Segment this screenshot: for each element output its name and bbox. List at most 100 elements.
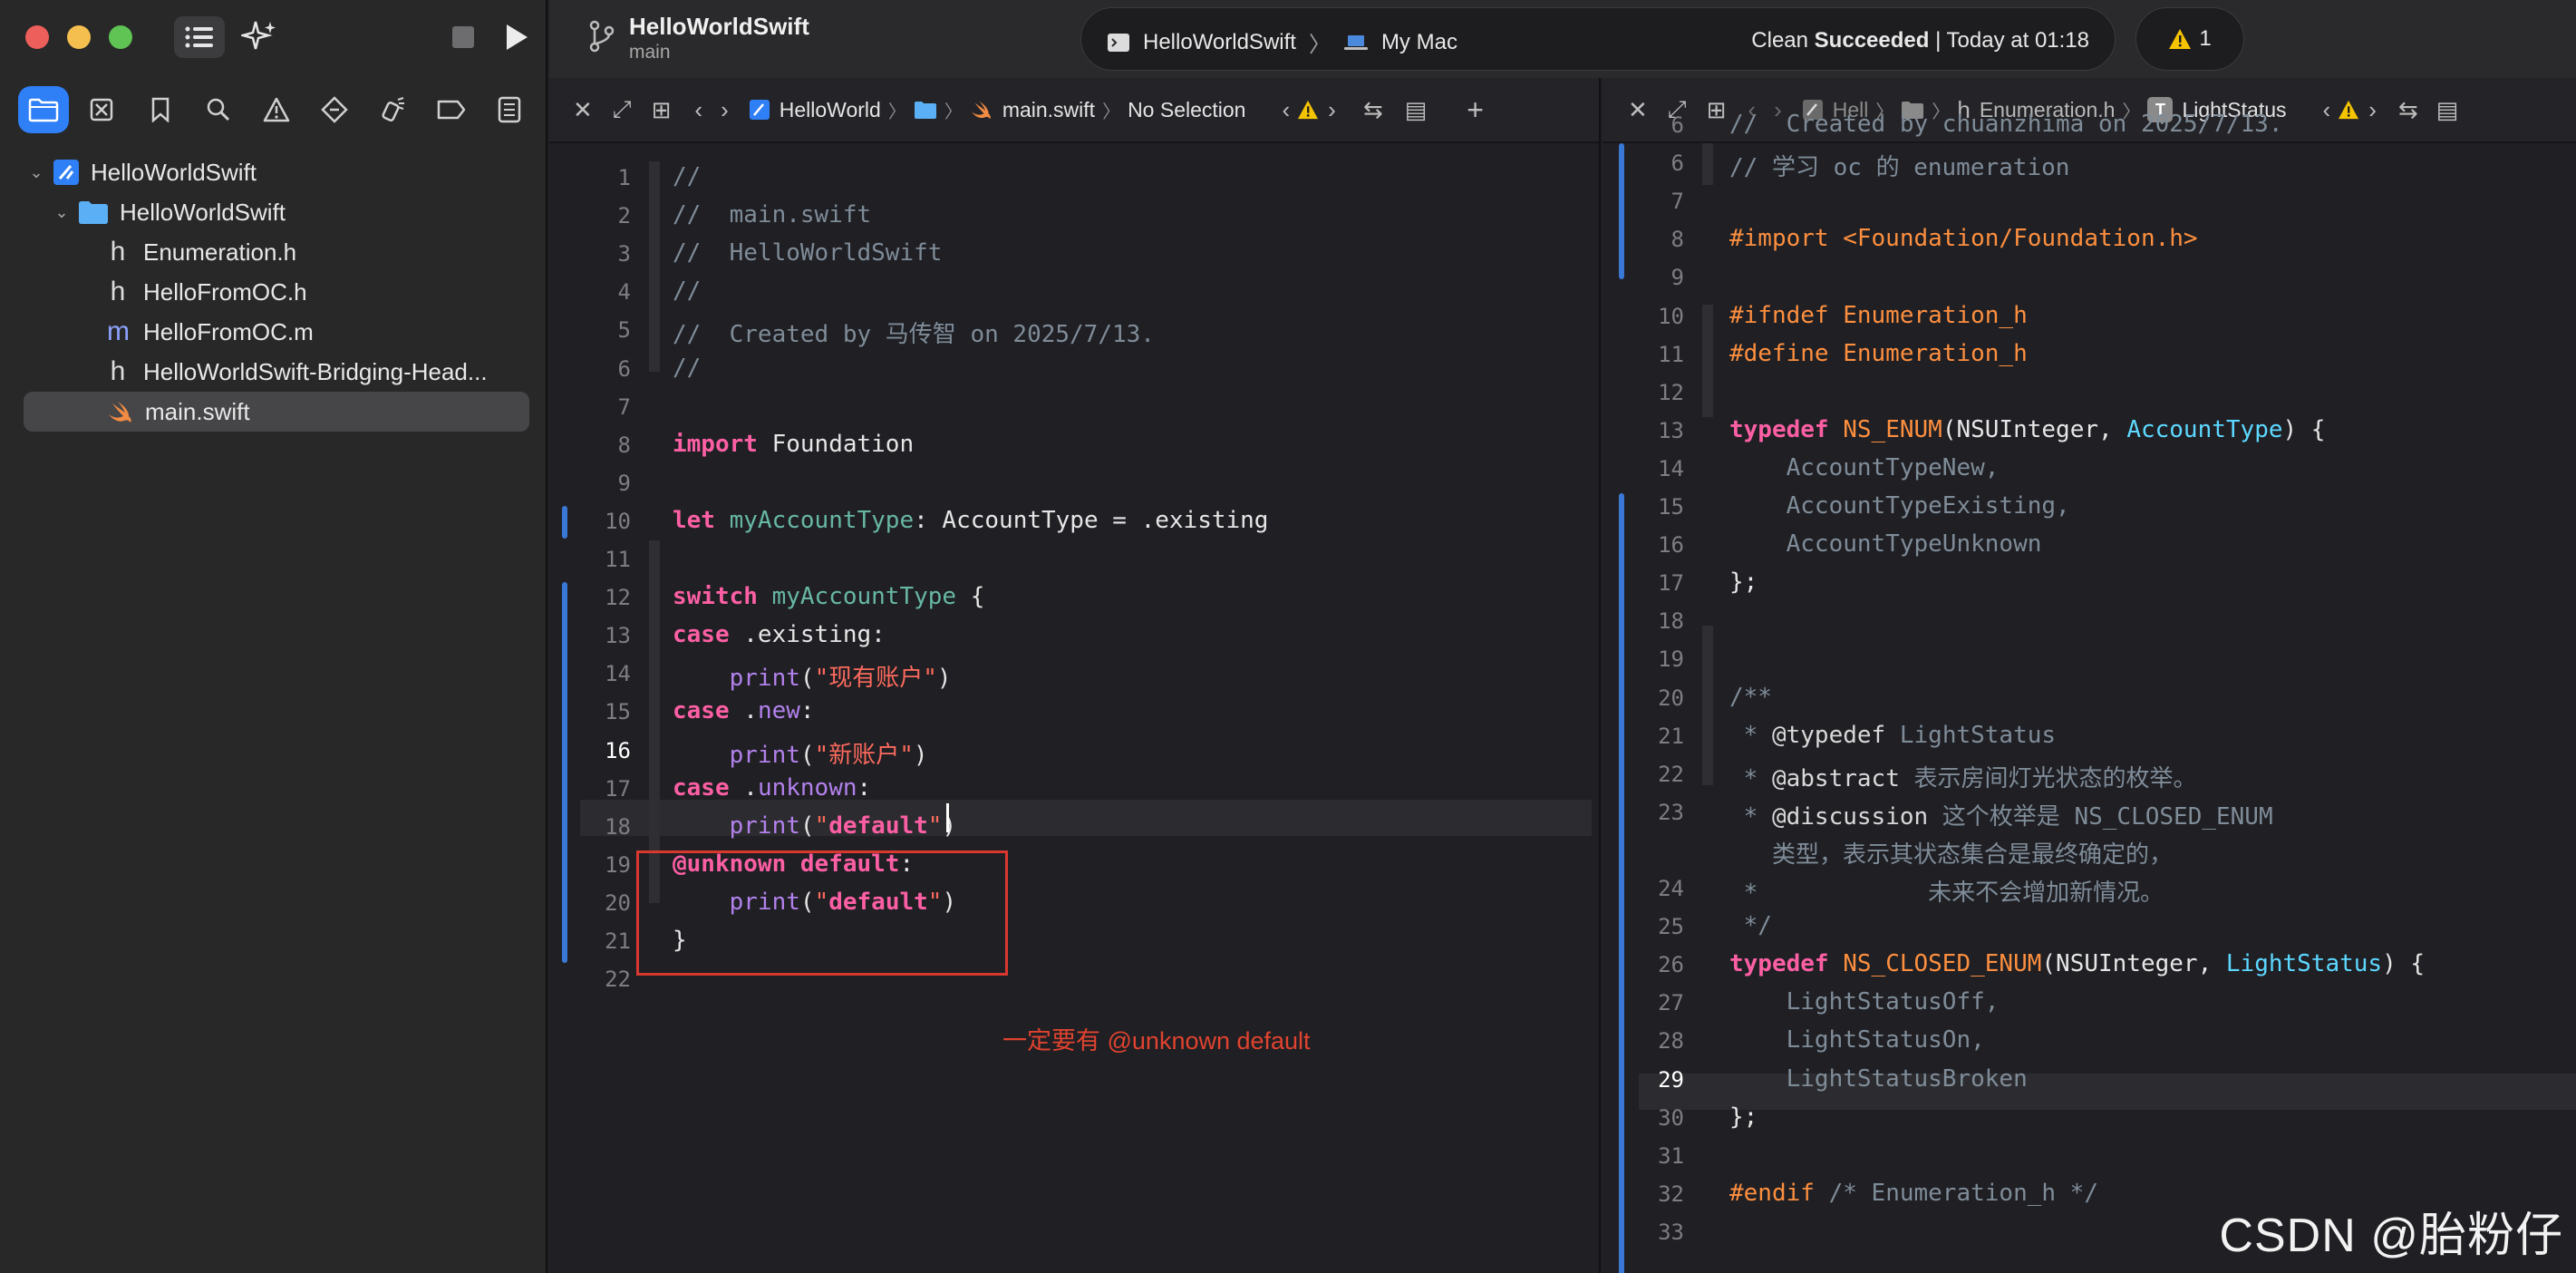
- line-number[interactable]: 4: [549, 279, 631, 305]
- line-number[interactable]: 15: [549, 699, 631, 724]
- line-number[interactable]: 1: [549, 165, 631, 190]
- warning-count-button[interactable]: 1: [2135, 7, 2244, 71]
- code-line[interactable]: #endif /* Enumeration_h */: [1729, 1180, 2098, 1207]
- line-number[interactable]: 5: [549, 317, 631, 343]
- line-number[interactable]: 14: [1603, 456, 1684, 481]
- related-items-grid-icon[interactable]: ⊞: [652, 96, 672, 124]
- window-close-button[interactable]: [25, 25, 49, 49]
- line-number[interactable]: 17: [549, 776, 631, 802]
- line-number[interactable]: 9: [549, 471, 631, 496]
- previous-issue-icon[interactable]: ‹: [1282, 96, 1290, 124]
- coding-assistant-button[interactable]: [237, 16, 283, 58]
- tree-item-project[interactable]: ⌄ HelloWorldSwift: [0, 152, 547, 192]
- breakpoint-navigator-tab[interactable]: [426, 86, 477, 133]
- line-number[interactable]: 27: [1603, 990, 1684, 1015]
- code-line[interactable]: * 未来不会增加新情况。: [1729, 874, 2164, 908]
- line-number[interactable]: 18: [1603, 608, 1684, 634]
- scheme-destination-selector[interactable]: HelloWorldSwift 〉 My Mac: [1107, 26, 1457, 58]
- line-number[interactable]: 16: [549, 738, 631, 763]
- stop-button[interactable]: [450, 16, 477, 58]
- line-number[interactable]: 21: [1603, 724, 1684, 749]
- bookmark-navigator-tab[interactable]: [135, 86, 186, 133]
- branch-name[interactable]: main: [629, 42, 671, 63]
- line-number[interactable]: 21: [549, 928, 631, 954]
- expand-editor-icon[interactable]: ⤢: [613, 95, 632, 124]
- line-number[interactable]: 29: [1603, 1067, 1684, 1093]
- next-issue-icon[interactable]: ›: [1328, 96, 1336, 124]
- line-number[interactable]: 13: [549, 623, 631, 648]
- code-line[interactable]: */: [1729, 912, 1772, 939]
- swap-arrows-icon[interactable]: ⇆: [1363, 96, 1383, 124]
- line-number[interactable]: 18: [549, 814, 631, 840]
- line-number[interactable]: 7: [1603, 189, 1684, 214]
- tree-item-file[interactable]: h HelloWorldSwift-Bridging-Head...: [0, 352, 547, 392]
- code-line[interactable]: print("新账户"): [673, 736, 928, 770]
- debug-navigator-tab[interactable]: [368, 86, 419, 133]
- disclosure-chevron-icon[interactable]: ⌄: [51, 203, 73, 222]
- run-button[interactable]: [500, 16, 533, 58]
- line-number[interactable]: 6: [1603, 151, 1684, 176]
- code-line[interactable]: #ifndef Enumeration_h: [1729, 302, 2028, 329]
- line-number[interactable]: 6: [549, 356, 631, 382]
- code-line[interactable]: //: [673, 355, 701, 382]
- code-line[interactable]: LightStatusBroken: [1729, 1065, 2028, 1093]
- line-number[interactable]: 10: [1603, 304, 1684, 329]
- line-number[interactable]: 8: [549, 432, 631, 458]
- project-navigator-tab[interactable]: [18, 86, 69, 133]
- source-control-navigator-tab[interactable]: [76, 86, 127, 133]
- code-line[interactable]: import Foundation: [673, 431, 914, 458]
- tree-item-file-selected[interactable]: main.swift: [24, 392, 529, 432]
- tree-item-file[interactable]: h HelloFromOC.h: [0, 272, 547, 312]
- line-number[interactable]: 17: [1603, 570, 1684, 596]
- line-number[interactable]: 9: [1603, 265, 1684, 290]
- line-number[interactable]: 2: [549, 203, 631, 228]
- line-number[interactable]: 19: [1603, 646, 1684, 672]
- code-line[interactable]: // Created by 马传智 on 2025/7/13.: [673, 316, 1155, 349]
- line-number[interactable]: 11: [1603, 342, 1684, 367]
- line-number[interactable]: 26: [1603, 952, 1684, 977]
- code-line[interactable]: * @typedef LightStatus: [1729, 722, 2056, 749]
- issue-navigator-tab[interactable]: [251, 86, 302, 133]
- code-line[interactable]: // HelloWorldSwift: [673, 239, 942, 267]
- code-line[interactable]: print("现有账户"): [673, 659, 952, 693]
- line-number[interactable]: 20: [1603, 685, 1684, 711]
- disclosure-chevron-icon[interactable]: ⌄: [25, 163, 47, 182]
- warning-triangle-icon[interactable]: [1297, 100, 1319, 120]
- line-number[interactable]: 22: [549, 967, 631, 992]
- line-number[interactable]: 11: [549, 547, 631, 572]
- line-number[interactable]: 7: [549, 394, 631, 420]
- code-line[interactable]: * @abstract 表示房间灯光状态的枚举。: [1729, 760, 2197, 793]
- close-editor-icon[interactable]: ✕: [573, 96, 593, 124]
- code-line[interactable]: AccountTypeUnknown: [1729, 530, 2042, 558]
- line-number[interactable]: 22: [1603, 762, 1684, 787]
- line-number[interactable]: 19: [549, 852, 631, 878]
- add-editor-icon[interactable]: +: [1467, 93, 1484, 127]
- related-items-grid-icon[interactable]: ⊞: [1707, 96, 1727, 124]
- window-minimize-button[interactable]: [67, 25, 91, 49]
- line-number[interactable]: 20: [549, 890, 631, 916]
- line-number[interactable]: 15: [1603, 494, 1684, 520]
- code-line[interactable]: * @discussion 这个枚举是 NS_CLOSED_ENUM: [1729, 798, 2273, 831]
- jump-bar-project[interactable]: HelloWorld: [749, 98, 881, 122]
- tree-item-group[interactable]: ⌄ HelloWorldSwift: [0, 192, 547, 232]
- code-line[interactable]: //: [673, 277, 701, 305]
- folder-icon[interactable]: [914, 100, 937, 120]
- find-navigator-tab[interactable]: [193, 86, 244, 133]
- code-line[interactable]: case .existing:: [673, 621, 886, 648]
- code-line[interactable]: typedef NS_ENUM(NSUInteger, AccountType)…: [1729, 416, 2325, 443]
- line-number[interactable]: 30: [1603, 1105, 1684, 1131]
- line-number[interactable]: 32: [1603, 1181, 1684, 1207]
- code-line[interactable]: print("default"): [673, 812, 956, 840]
- code-line[interactable]: // Created by chuanzhima on 2025/7/13.: [1729, 111, 2282, 138]
- code-line[interactable]: case .new:: [673, 697, 815, 724]
- line-number[interactable]: 12: [549, 585, 631, 610]
- code-line[interactable]: typedef NS_CLOSED_ENUM(NSUInteger, Light…: [1729, 950, 2425, 977]
- line-number[interactable]: 10: [549, 509, 631, 534]
- inspector-toggle-icon[interactable]: ▤: [1405, 96, 1428, 124]
- code-line[interactable]: #define Enumeration_h: [1729, 340, 2028, 367]
- line-number[interactable]: 14: [549, 661, 631, 686]
- code-line[interactable]: let myAccountType: AccountType = .existi…: [673, 507, 1268, 534]
- code-line[interactable]: case .unknown:: [673, 774, 871, 802]
- line-number[interactable]: 24: [1603, 876, 1684, 901]
- window-zoom-button[interactable]: [109, 25, 132, 49]
